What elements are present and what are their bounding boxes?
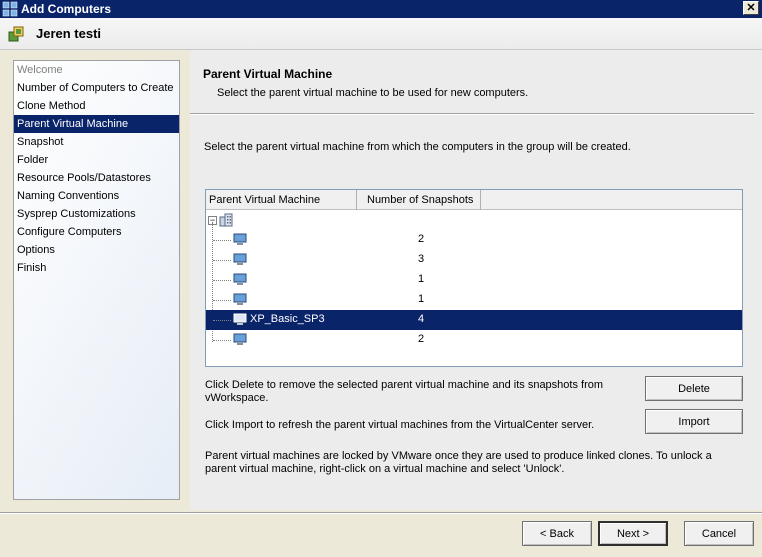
column-header-parent-vm[interactable]: Parent Virtual Machine [206,190,357,210]
page-subtitle: Select the parent virtual machine to be … [217,87,529,99]
snapshot-count: 4 [418,313,425,325]
nav-item-parent-vm[interactable]: Parent Virtual Machine [14,115,179,133]
nav-item-number-of-computers[interactable]: Number of Computers to Create [14,79,179,97]
group-name: Jeren testi [36,26,102,41]
cancel-button[interactable]: Cancel [684,521,754,546]
nav-item-snapshot[interactable]: Snapshot [14,133,179,151]
vm-row[interactable]: 1 [206,270,742,290]
vm-row[interactable]: 2 [206,230,742,250]
nav-item-welcome[interactable]: Welcome [14,61,179,79]
parent-vm-grid[interactable]: Parent Virtual Machine Number of Snapsho… [205,189,743,367]
vm-name: XP_Basic_SP3 [250,313,325,325]
main-panel: Parent Virtual Machine Select the parent… [190,50,762,510]
wizard-header: Jeren testi [0,18,762,50]
column-header-snapshots[interactable]: Number of Snapshots [357,190,481,210]
footer-divider [0,512,762,514]
import-info-text: Click Import to refresh the parent virtu… [205,419,595,431]
vm-monitor-icon [233,273,247,285]
app-icon [2,1,18,17]
computer-group-icon [8,26,24,41]
vm-monitor-icon [233,233,247,245]
import-button[interactable]: Import [645,409,743,434]
wizard-step-list: Welcome Number of Computers to Create Cl… [13,60,180,500]
nav-item-options[interactable]: Options [14,241,179,259]
back-button[interactable]: < Back [522,521,592,546]
vm-monitor-icon [233,293,247,305]
nav-item-sysprep[interactable]: Sysprep Customizations [14,205,179,223]
nav-item-configure-computers[interactable]: Configure Computers [14,223,179,241]
nav-item-finish[interactable]: Finish [14,259,179,277]
grid-header: Parent Virtual Machine Number of Snapsho… [206,190,742,210]
snapshot-count: 1 [418,273,425,285]
snapshot-count: 3 [418,253,425,265]
unlock-info-text: Parent virtual machines are locked by VM… [205,450,712,475]
window-title: Add Computers [21,2,111,16]
nav-item-folder[interactable]: Folder [14,151,179,169]
close-button[interactable]: ✕ [743,1,759,15]
vm-monitor-icon [233,253,247,265]
title-bar: Add Computers ✕ [0,0,762,18]
delete-button[interactable]: Delete [645,376,743,401]
nav-item-naming-conventions[interactable]: Naming Conventions [14,187,179,205]
next-button[interactable]: Next > [598,521,668,546]
header-divider [190,113,754,115]
vm-monitor-icon [233,333,247,345]
instruction-text: Select the parent virtual machine from w… [204,141,631,153]
nav-item-resource-pools[interactable]: Resource Pools/Datastores [14,169,179,187]
column-header-filler [481,190,742,210]
snapshot-count: 2 [418,233,425,245]
page-title: Parent Virtual Machine [203,67,333,81]
snapshot-count: 2 [418,333,425,345]
close-icon: ✕ [746,1,756,14]
vm-row[interactable]: 2 [206,330,742,350]
nav-item-clone-method[interactable]: Clone Method [14,97,179,115]
vm-monitor-icon [233,313,247,325]
datacenter-icon [219,213,233,227]
vm-row[interactable]: 3 [206,250,742,270]
delete-info-text: Click Delete to remove the selected pare… [205,379,604,404]
snapshot-count: 1 [418,293,425,305]
vm-row[interactable]: 1 [206,290,742,310]
vm-row-selected[interactable]: XP_Basic_SP3 4 [206,310,742,330]
